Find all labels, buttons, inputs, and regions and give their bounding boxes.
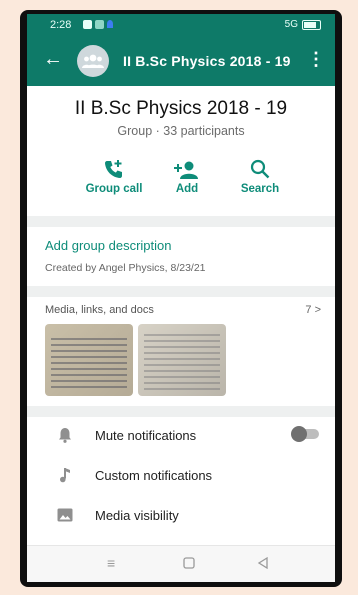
custom-notifications-row[interactable]: Custom notifications	[27, 458, 335, 494]
media-count[interactable]: 7 >	[305, 304, 321, 316]
location-icon	[107, 20, 113, 28]
media-thumbnail[interactable]	[45, 324, 133, 396]
group-subtitle: Group · 33 participants	[117, 124, 245, 138]
search-label: Search	[240, 183, 280, 195]
system-nav-bar: ≡	[27, 545, 335, 582]
group-call-label: Group call	[85, 183, 143, 195]
add-group-description-link[interactable]: Add group description	[45, 238, 171, 253]
message-notification-icon	[83, 20, 92, 29]
group-avatar[interactable]	[77, 45, 109, 77]
mute-notifications-label: Mute notifications	[95, 428, 197, 443]
group-name: II B.Sc Physics 2018 - 19	[74, 98, 288, 119]
status-time: 2:28	[50, 19, 72, 31]
app-bar-title[interactable]: II B.Sc Physics 2018 - 19	[123, 53, 291, 69]
media-visibility-label: Media visibility	[95, 508, 179, 523]
more-vertical-icon[interactable]: ⋮	[307, 49, 325, 69]
media-visibility-row[interactable]: Media visibility	[27, 498, 335, 534]
media-thumbnail[interactable]	[138, 324, 226, 396]
add-participant-icon	[152, 152, 222, 180]
music-note-icon	[57, 466, 73, 484]
search-icon	[225, 152, 295, 180]
home-icon[interactable]	[183, 556, 195, 572]
status-notification-icons	[83, 20, 113, 29]
back-nav-icon[interactable]	[257, 556, 269, 572]
mute-notifications-toggle[interactable]	[291, 426, 319, 442]
group-avatar-icon	[82, 54, 104, 68]
add-label: Add	[175, 183, 199, 195]
phone-screen: 2:28 5G ← II B.Sc Physics 2018 - 19 ⋮ II…	[27, 14, 335, 582]
group-call-icon	[79, 152, 149, 180]
section-divider	[27, 406, 335, 417]
back-arrow-icon[interactable]: ←	[43, 48, 63, 70]
app-bar: ← II B.Sc Physics 2018 - 19 ⋮	[27, 36, 335, 86]
media-section-title[interactable]: Media, links, and docs	[45, 304, 154, 316]
recent-apps-icon[interactable]: ≡	[107, 555, 115, 571]
section-divider	[27, 286, 335, 297]
custom-notifications-label: Custom notifications	[95, 468, 213, 483]
add-participant-button[interactable]: Add	[152, 152, 222, 195]
group-call-button[interactable]: Group call	[79, 152, 149, 195]
mute-notifications-row[interactable]: Mute notifications	[27, 418, 335, 454]
created-by-text: Created by Angel Physics, 8/23/21	[45, 262, 206, 274]
section-divider	[27, 216, 335, 227]
whatsapp-notification-icon	[95, 20, 104, 29]
bell-icon	[57, 426, 73, 444]
search-button[interactable]: Search	[225, 152, 295, 195]
status-bar: 2:28 5G	[27, 14, 335, 36]
status-right: 5G	[285, 19, 321, 30]
signal-icon: 5G	[284, 19, 298, 30]
image-icon	[57, 506, 73, 524]
battery-icon	[302, 19, 321, 30]
